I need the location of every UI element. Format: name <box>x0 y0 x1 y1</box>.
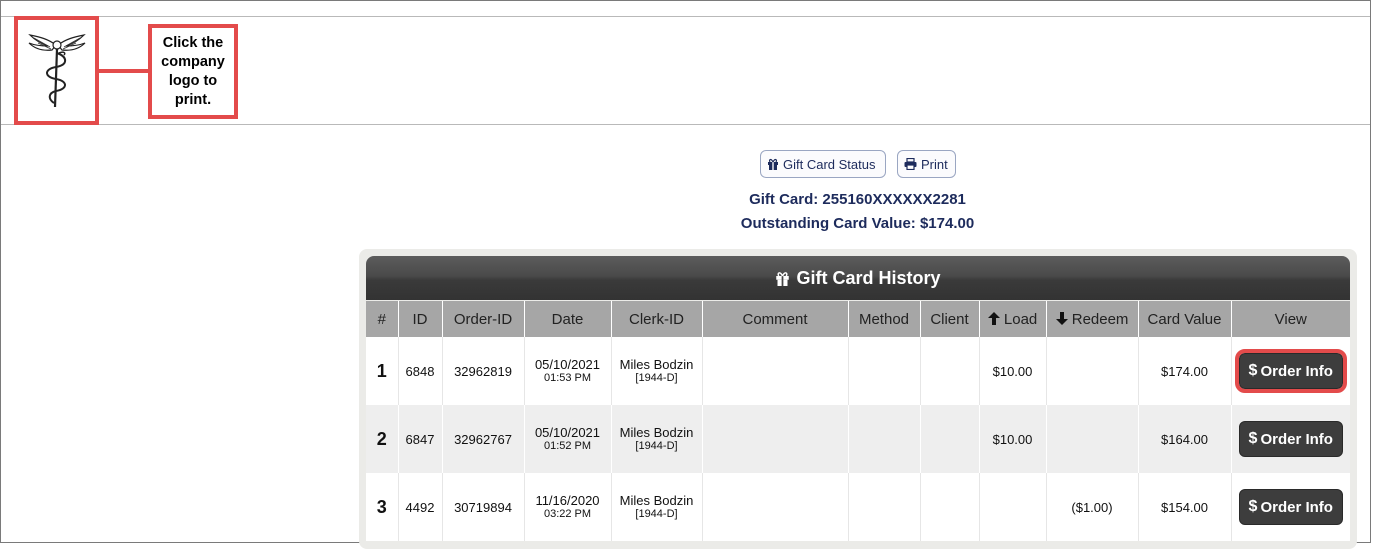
callout-connector <box>99 69 149 73</box>
col-redeem-label: Redeem <box>1071 310 1129 328</box>
row-clerk-code: [1944-D] <box>635 508 678 520</box>
row-date-day: 05/10/2021 <box>534 357 601 372</box>
print-label: Print <box>921 156 948 172</box>
row-clerk-name: Miles Bodzin <box>619 425 694 440</box>
row-date-time: 03:22 PM <box>543 508 592 520</box>
col-comment: Comment <box>701 301 848 337</box>
row-card-value: $174.00 <box>1137 337 1231 405</box>
row-id: 6847 <box>397 405 442 473</box>
top-divider <box>1 16 1370 17</box>
gift-card-history-table: # ID Order-ID Date Clerk-ID Comment Meth… <box>366 301 1350 541</box>
gift-card-number: Gift Card: 255160XXXXXX2281 <box>749 191 966 208</box>
row-client <box>919 473 979 541</box>
table-row: 3 4492 30719894 11/16/2020 03:22 PM Mile… <box>366 473 1350 541</box>
row-card-value: $154.00 <box>1137 473 1231 541</box>
row-load <box>978 473 1046 541</box>
gift-card-history-header: Gift Card History <box>366 256 1350 300</box>
row-view: $ Order Info <box>1230 473 1350 541</box>
row-comment <box>701 337 848 405</box>
row-date: 05/10/2021 01:53 PM <box>523 337 611 405</box>
order-info-label: Order Info <box>1260 430 1333 448</box>
gift-card-status-label: Gift Card Status <box>783 156 876 172</box>
row-clerk: Miles Bodzin [1944-D] <box>610 405 702 473</box>
row-redeem <box>1045 405 1138 473</box>
print-hint-callout: Click the company logo to print. <box>148 24 238 119</box>
table-header-row: # ID Order-ID Date Clerk-ID Comment Meth… <box>366 301 1350 337</box>
row-date-day: 05/10/2021 <box>534 425 601 440</box>
arrow-down-icon <box>1055 311 1068 325</box>
row-comment <box>701 473 848 541</box>
col-order-id: Order-ID <box>441 301 524 337</box>
company-logo[interactable] <box>14 16 99 125</box>
row-id: 4492 <box>397 473 442 541</box>
col-method: Method <box>847 301 920 337</box>
row-order-id: 32962767 <box>441 405 524 473</box>
row-method <box>847 405 920 473</box>
row-redeem <box>1045 337 1138 405</box>
order-info-label: Order Info <box>1260 498 1333 516</box>
gift-icon <box>776 271 790 286</box>
row-date-time: 01:52 PM <box>543 440 592 452</box>
table-row: 2 6847 32962767 05/10/2021 01:52 PM Mile… <box>366 405 1350 473</box>
dollar-icon: $ <box>1248 362 1258 379</box>
gift-card-status-button[interactable]: Gift Card Status <box>760 150 886 178</box>
arrow-up-icon <box>987 311 1000 325</box>
row-date: 05/10/2021 01:52 PM <box>523 405 611 473</box>
row-clerk-code: [1944-D] <box>635 440 678 452</box>
row-clerk-code: [1944-D] <box>635 372 678 384</box>
col-load: Load <box>978 301 1046 337</box>
row-date: 11/16/2020 03:22 PM <box>523 473 611 541</box>
row-client <box>919 405 979 473</box>
row-date-time: 01:53 PM <box>543 372 592 384</box>
col-redeem: Redeem <box>1045 301 1138 337</box>
header-divider <box>1 124 1370 125</box>
row-order-id: 30719894 <box>441 473 524 541</box>
row-method <box>847 473 920 541</box>
row-card-value: $164.00 <box>1137 405 1231 473</box>
dollar-icon: $ <box>1248 498 1258 515</box>
row-redeem: ($1.00) <box>1045 473 1138 541</box>
row-clerk: Miles Bodzin [1944-D] <box>610 337 702 405</box>
row-load: $10.00 <box>978 337 1046 405</box>
row-load: $10.00 <box>978 405 1046 473</box>
col-id: ID <box>397 301 442 337</box>
row-date-day: 11/16/2020 <box>535 493 600 508</box>
history-title: Gift Card History <box>796 267 941 288</box>
caduceus-logo-icon <box>27 33 86 107</box>
row-client <box>919 337 979 405</box>
row-view: $ Order Info <box>1230 337 1350 405</box>
col-num: # <box>366 301 398 337</box>
col-view: View <box>1230 301 1350 337</box>
col-card-value: Card Value <box>1137 301 1231 337</box>
order-info-label: Order Info <box>1260 362 1333 380</box>
row-id: 6848 <box>397 337 442 405</box>
table-row: 1 6848 32962819 05/10/2021 01:53 PM Mile… <box>366 337 1350 405</box>
printer-icon <box>904 158 917 170</box>
row-clerk-name: Miles Bodzin <box>619 493 694 508</box>
row-comment <box>701 405 848 473</box>
row-clerk: Miles Bodzin [1944-D] <box>610 473 702 541</box>
row-order-id: 32962819 <box>441 337 524 405</box>
order-info-button[interactable]: $ Order Info <box>1234 349 1347 393</box>
order-info-button[interactable]: $ Order Info <box>1238 489 1343 525</box>
print-hint-text: Click the company logo to print. <box>161 34 225 108</box>
order-info-button[interactable]: $ Order Info <box>1238 421 1343 457</box>
col-client: Client <box>919 301 979 337</box>
row-num: 3 <box>366 473 398 541</box>
dollar-icon: $ <box>1248 430 1258 447</box>
row-view: $ Order Info <box>1230 405 1350 473</box>
row-method <box>847 337 920 405</box>
col-date: Date <box>523 301 611 337</box>
col-clerk-id: Clerk-ID <box>610 301 702 337</box>
row-num: 1 <box>366 337 398 405</box>
row-clerk-name: Miles Bodzin <box>619 357 694 372</box>
outstanding-card-value: Outstanding Card Value: $174.00 <box>740 215 975 232</box>
gift-icon <box>768 158 778 170</box>
row-num: 2 <box>366 405 398 473</box>
col-load-label: Load <box>1003 310 1038 328</box>
print-button[interactable]: Print <box>897 150 956 178</box>
